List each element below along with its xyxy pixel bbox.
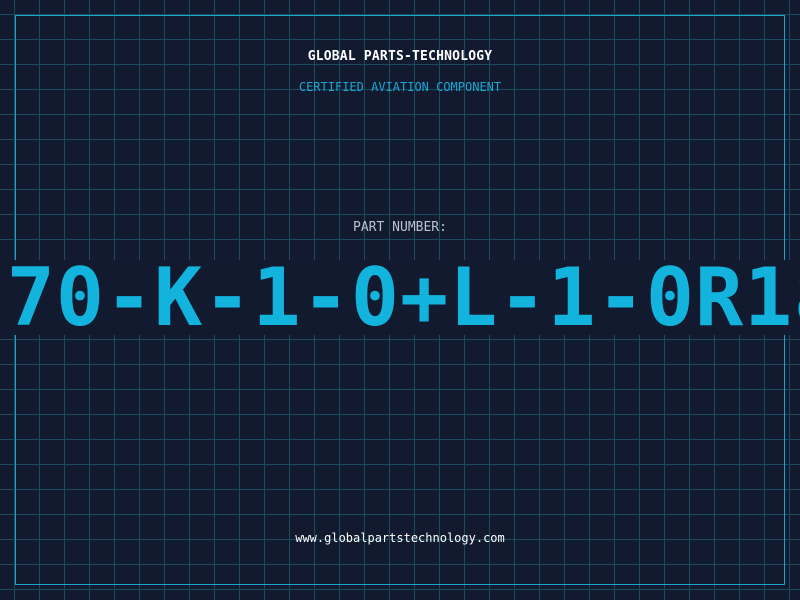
part-number-band: 770-K-1-0+L-1-0R18 bbox=[0, 260, 800, 335]
certification-tagline: CERTIFIED AVIATION COMPONENT bbox=[298, 80, 502, 94]
part-label-card: GLOBAL PARTS-TECHNOLOGY CERTIFIED AVIATI… bbox=[0, 0, 800, 600]
part-number-value: 770-K-1-0+L-1-0R18 bbox=[0, 260, 800, 335]
company-name: GLOBAL PARTS-TECHNOLOGY bbox=[307, 49, 493, 64]
part-number-label: PART NUMBER: bbox=[353, 220, 447, 235]
website-url: www.globalpartstechnology.com bbox=[295, 531, 505, 545]
